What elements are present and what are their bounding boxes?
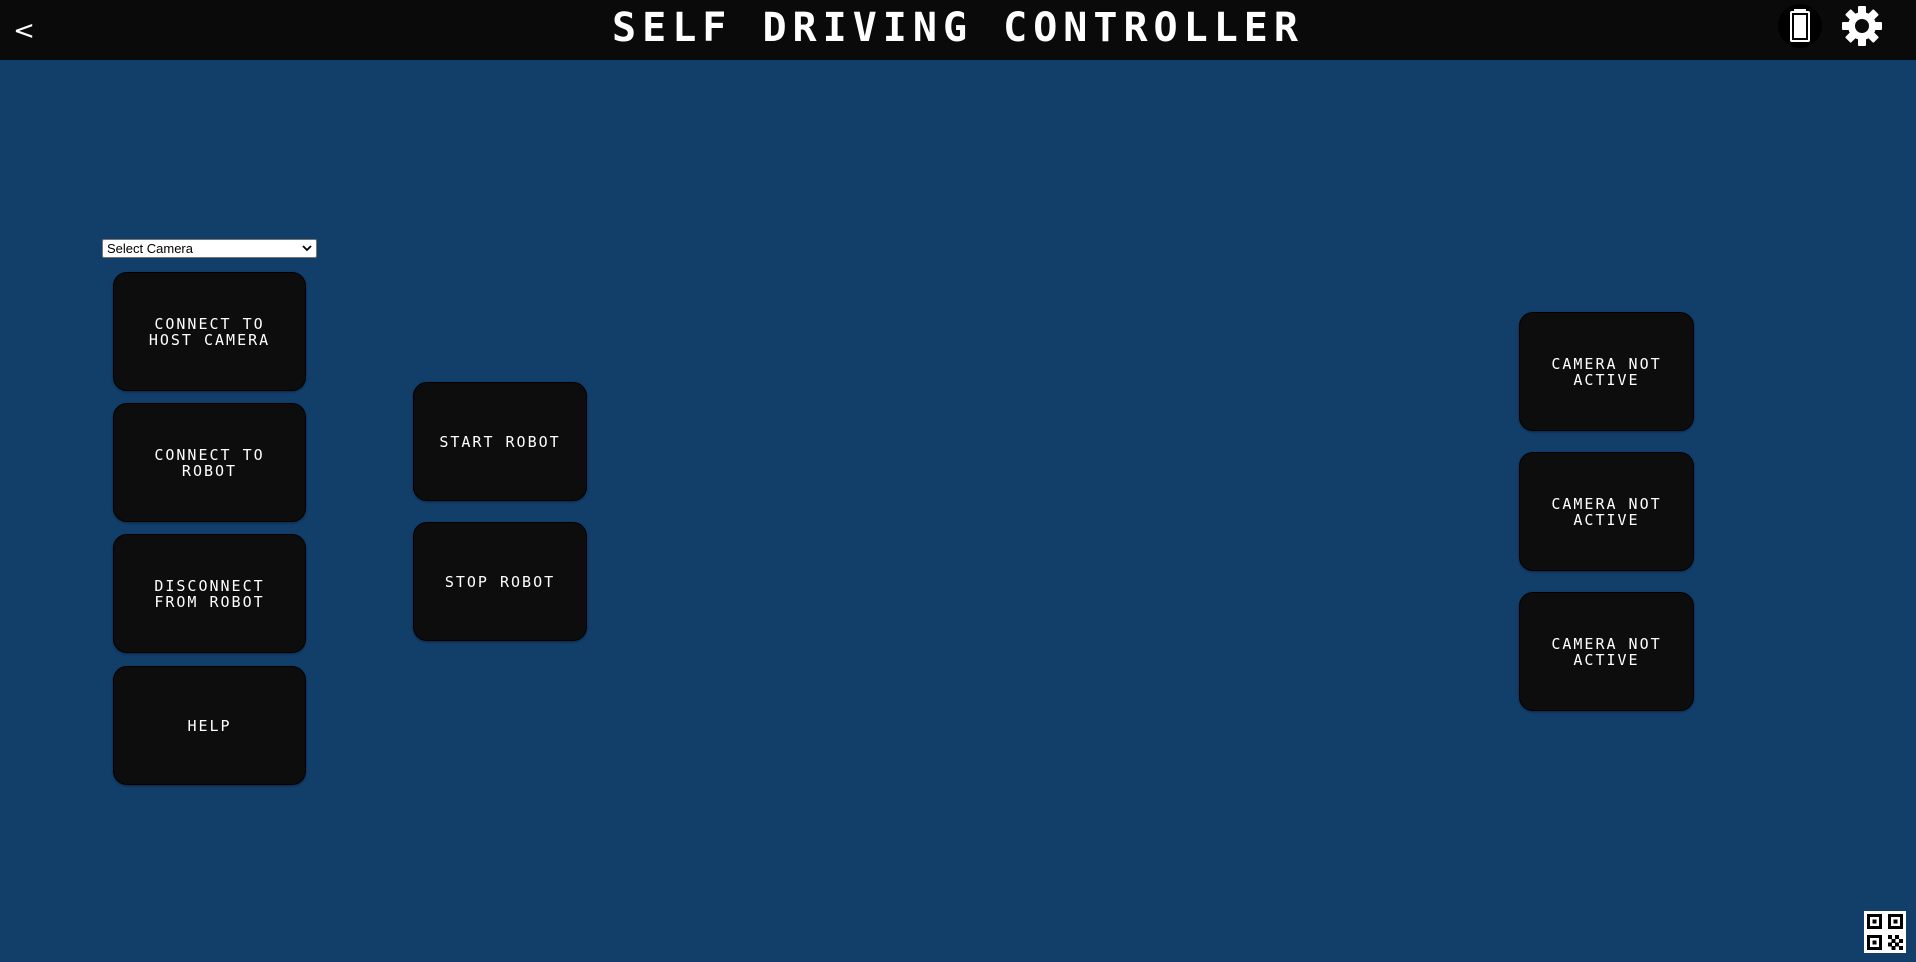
camera-feed-2: CAMERA NOT ACTIVE bbox=[1519, 452, 1694, 571]
page-title: SELF DRIVING CONTROLLER bbox=[612, 5, 1304, 51]
stop-robot-button[interactable]: STOP ROBOT bbox=[413, 522, 587, 641]
gear-icon[interactable] bbox=[1840, 4, 1884, 48]
qr-code-icon[interactable] bbox=[1864, 911, 1906, 953]
connect-host-camera-button[interactable]: CONNECT TO HOST CAMERA bbox=[113, 272, 306, 391]
battery-icon bbox=[1778, 4, 1822, 48]
connect-robot-button[interactable]: CONNECT TO ROBOT bbox=[113, 403, 306, 522]
back-button[interactable]: < bbox=[12, 16, 36, 46]
camera-select[interactable]: Select Camera bbox=[102, 239, 317, 258]
camera-select-value: Select Camera bbox=[107, 241, 193, 256]
camera-feed-3: CAMERA NOT ACTIVE bbox=[1519, 592, 1694, 711]
disconnect-robot-button[interactable]: DISCONNECT FROM ROBOT bbox=[113, 534, 306, 653]
camera-feed-1: CAMERA NOT ACTIVE bbox=[1519, 312, 1694, 431]
start-robot-button[interactable]: START ROBOT bbox=[413, 382, 587, 501]
top-bar: SELF DRIVING CONTROLLER < bbox=[0, 0, 1916, 60]
chevron-down-icon bbox=[298, 240, 316, 257]
help-button[interactable]: HELP bbox=[113, 666, 306, 785]
